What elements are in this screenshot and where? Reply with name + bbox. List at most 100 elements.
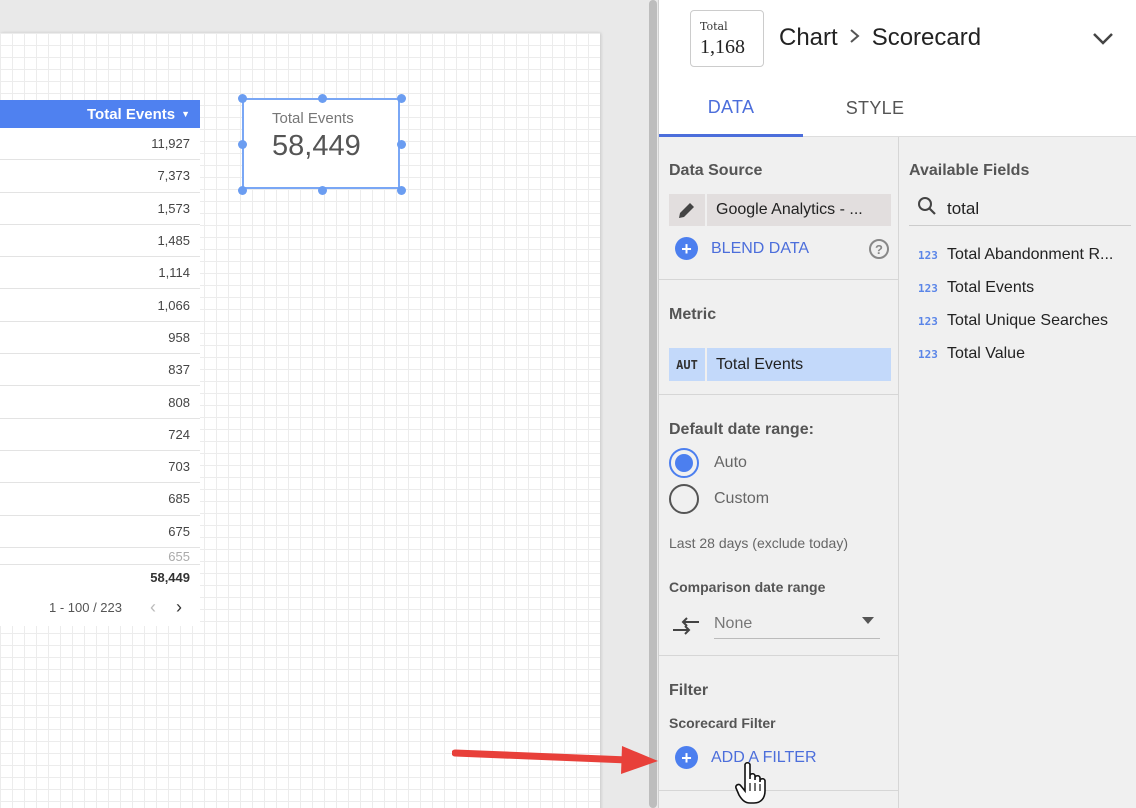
blend-data-button[interactable]: + BLEND DATA bbox=[675, 237, 809, 260]
section-title: Data Source bbox=[669, 162, 763, 179]
resize-handle-top-right[interactable] bbox=[397, 94, 406, 103]
resize-handle-top[interactable] bbox=[318, 94, 327, 103]
field-search[interactable] bbox=[909, 192, 1131, 226]
table-row[interactable]: 685 bbox=[0, 483, 200, 516]
metric-name: Total Events bbox=[716, 355, 804, 373]
field-name: Total Abandonment R... bbox=[947, 246, 1114, 263]
number-type-icon: 123 bbox=[918, 281, 938, 295]
table-total: 58,449 bbox=[0, 563, 200, 590]
resize-handle-bottom-left[interactable] bbox=[238, 186, 247, 195]
data-settings-column: Data Source Google Analytics - ... + BLE… bbox=[659, 137, 899, 808]
resize-handle-bottom-right[interactable] bbox=[397, 186, 406, 195]
field-name: Total Unique Searches bbox=[947, 312, 1108, 329]
add-circle-icon: + bbox=[675, 237, 698, 260]
data-table[interactable]: Total Events ▼ 11,927 7,373 1,573 1,485 … bbox=[0, 100, 200, 626]
list-item[interactable]: 123 Total Value bbox=[909, 345, 1136, 363]
filter-subtitle: Scorecard Filter bbox=[669, 715, 776, 731]
panel-header: Total 1,168 Chart Scorecard bbox=[659, 0, 1136, 80]
pencil-icon[interactable] bbox=[669, 194, 707, 226]
resize-handle-top-left[interactable] bbox=[238, 94, 247, 103]
comparison-date-range-select[interactable]: None bbox=[714, 609, 880, 639]
comparison-value: None bbox=[714, 614, 753, 632]
section-title: Filter bbox=[669, 682, 709, 699]
scorecard-label: Total Events bbox=[272, 110, 354, 127]
canvas-top-gutter bbox=[0, 0, 600, 33]
section-title: Metric bbox=[669, 306, 717, 323]
next-page-icon[interactable]: › bbox=[166, 597, 192, 618]
data-source-section: Data Source Google Analytics - ... + BLE… bbox=[659, 137, 899, 280]
table-rows: 11,927 7,373 1,573 1,485 1,114 1,066 958… bbox=[0, 128, 200, 564]
resize-handle-bottom[interactable] bbox=[318, 186, 327, 195]
hand-pointer-cursor-icon bbox=[735, 761, 771, 808]
resize-handle-right[interactable] bbox=[397, 140, 406, 149]
breadcrumb-current: Scorecard bbox=[871, 24, 982, 51]
table-row[interactable]: 724 bbox=[0, 419, 200, 451]
add-circle-icon: + bbox=[675, 746, 698, 769]
breadcrumb-parent: Chart bbox=[779, 24, 838, 51]
table-row[interactable]: 1,485 bbox=[0, 225, 200, 258]
radio-custom-label: Custom bbox=[714, 490, 770, 507]
panel-tabs: DATA STYLE bbox=[659, 80, 1136, 137]
table-row[interactable]: 675 bbox=[0, 516, 200, 548]
radio-custom[interactable]: Custom bbox=[669, 484, 769, 514]
blend-data-label: BLEND DATA bbox=[711, 239, 810, 257]
number-type-icon: 123 bbox=[918, 347, 938, 361]
radio-selected-icon[interactable] bbox=[669, 448, 699, 478]
scorecard-chart-selected[interactable]: Total Events 58,449 bbox=[238, 94, 406, 195]
section-title: Default date range: bbox=[669, 421, 814, 438]
list-item[interactable]: 123 Total Events bbox=[909, 279, 1136, 297]
thumbnail-label: Total bbox=[700, 20, 728, 33]
column-header-total-events[interactable]: Total Events bbox=[87, 106, 175, 123]
metric-section: Metric AUT Total Events bbox=[659, 280, 899, 395]
annotation-arrow-icon bbox=[451, 738, 662, 779]
field-search-input[interactable] bbox=[947, 198, 1117, 219]
data-source-selector[interactable]: Google Analytics - ... bbox=[669, 194, 891, 226]
table-header[interactable]: Total Events ▼ bbox=[0, 100, 200, 128]
properties-panel: Total 1,168 Chart Scorecard DATA STYLE D… bbox=[658, 0, 1136, 808]
metric-aggregation-badge[interactable]: AUT bbox=[669, 348, 707, 381]
chevron-right-icon bbox=[848, 27, 862, 50]
section-title: Available Fields bbox=[909, 162, 1030, 179]
resize-handle-left[interactable] bbox=[238, 140, 247, 149]
radio-auto[interactable]: Auto bbox=[669, 448, 747, 478]
field-name: Total Value bbox=[947, 345, 1025, 362]
tab-data[interactable]: DATA bbox=[659, 80, 803, 137]
radio-unselected-icon[interactable] bbox=[669, 484, 699, 514]
number-type-icon: 123 bbox=[918, 314, 938, 328]
table-row[interactable]: 837 bbox=[0, 354, 200, 387]
table-row[interactable]: 1,066 bbox=[0, 289, 200, 322]
thumbnail-value: 1,168 bbox=[700, 36, 745, 58]
available-fields-column: Available Fields 123 Total Abandonment R… bbox=[900, 137, 1136, 808]
table-row[interactable]: 11,927 bbox=[0, 128, 200, 161]
metric-chip[interactable]: AUT Total Events bbox=[669, 348, 891, 381]
field-name: Total Events bbox=[947, 279, 1035, 296]
filter-section: Filter Scorecard Filter + ADD A FILTER bbox=[659, 656, 899, 791]
table-row[interactable]: 1,573 bbox=[0, 193, 200, 225]
help-icon[interactable]: ? bbox=[869, 239, 889, 259]
comparison-row: None bbox=[669, 605, 881, 643]
dropdown-caret-icon[interactable] bbox=[862, 617, 874, 624]
table-row[interactable]: 7,373 bbox=[0, 160, 200, 193]
tab-style[interactable]: STYLE bbox=[803, 80, 947, 137]
compare-arrows-icon bbox=[669, 613, 703, 644]
table-row[interactable]: 958 bbox=[0, 322, 200, 355]
table-row[interactable]: 1,114 bbox=[0, 257, 200, 290]
sort-caret-icon[interactable]: ▼ bbox=[181, 109, 190, 119]
pagination-label: 1 - 100 / 223 bbox=[49, 600, 122, 616]
list-item[interactable]: 123 Total Unique Searches bbox=[909, 312, 1136, 330]
chart-type-thumbnail[interactable]: Total 1,168 bbox=[690, 10, 764, 67]
chevron-down-icon[interactable] bbox=[1089, 24, 1117, 52]
list-item[interactable]: 123 Total Abandonment R... bbox=[909, 246, 1136, 264]
date-range-description: Last 28 days (exclude today) bbox=[669, 535, 848, 551]
table-pagination: 1 - 100 / 223 ‹ › bbox=[0, 589, 200, 626]
search-icon bbox=[917, 196, 937, 221]
table-row[interactable]: 808 bbox=[0, 386, 200, 419]
radio-auto-label: Auto bbox=[714, 454, 747, 471]
data-source-name: Google Analytics - ... bbox=[716, 201, 863, 218]
canvas-scrollbar[interactable] bbox=[649, 0, 657, 808]
prev-page-icon[interactable]: ‹ bbox=[140, 597, 166, 618]
scorecard-value: 58,449 bbox=[272, 130, 361, 162]
table-row[interactable]: 703 bbox=[0, 451, 200, 484]
table-row[interactable]: 655 bbox=[0, 548, 200, 564]
number-type-icon: 123 bbox=[918, 248, 938, 262]
